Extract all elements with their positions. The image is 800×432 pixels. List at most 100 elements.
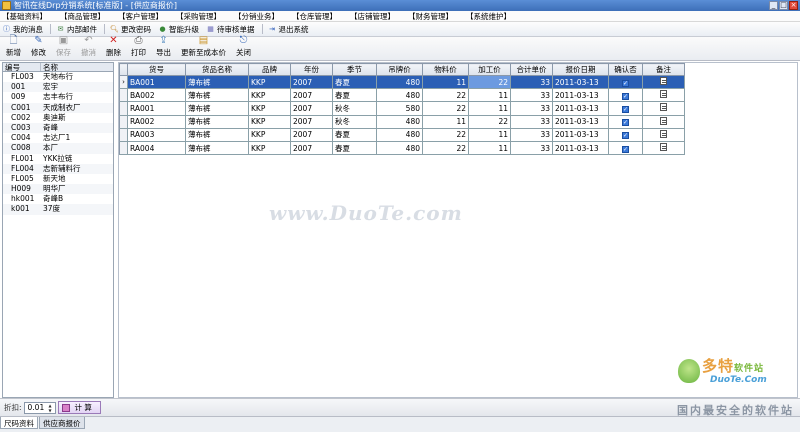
new-document-icon: 🗋 — [9, 35, 18, 46]
edit-button[interactable]: ✎ 修改 — [31, 35, 46, 60]
table-row[interactable]: › BA001 薄布裤 KKP 2007 春夏 480 11 22 33 201… — [119, 74, 685, 90]
note-icon[interactable] — [660, 77, 667, 86]
menu-warehouse[interactable]: 【仓库管理】 — [292, 11, 337, 22]
column-header-total-price[interactable]: 合计单价 — [510, 63, 553, 76]
table-row[interactable]: RA002 薄布裤 KKP 2007 秋冬 480 11 22 33 2011-… — [119, 114, 685, 129]
confirmed-checkbox[interactable]: ✓ — [622, 132, 629, 140]
print-button[interactable]: ⎙ 打印 — [131, 35, 146, 60]
list-item[interactable]: C002 奥迪斯 — [3, 113, 113, 123]
list-item[interactable]: C008 本厂 — [3, 143, 113, 154]
list-item[interactable]: FL003 天地布行 — [3, 72, 113, 82]
smart-upgrade-button[interactable]: ● 智能升级 — [158, 24, 199, 35]
tab-strip: 尺码资料 供应商报价 — [0, 416, 800, 432]
menu-goods[interactable]: 【商品管理】 — [60, 11, 105, 22]
update-icon: ▤ — [198, 35, 209, 46]
edit-icon: ✎ — [34, 35, 43, 46]
discount-label: 折扣: — [4, 403, 22, 412]
note-icon[interactable] — [660, 90, 667, 99]
column-header-tag-price[interactable]: 吊牌价 — [376, 63, 423, 76]
key-icon: 🔍︎ — [110, 24, 119, 33]
list-item[interactable]: FL001 YKK拉链 — [3, 154, 113, 164]
menu-purchasing[interactable]: 【采购管理】 — [176, 11, 221, 22]
toolbar: 🗋 新增 ✎ 修改 ▣ 保存 ↶ 撤消 ✕ 删除 ⎙ 打印 ⇪ 导出 ▤ 更新至… — [0, 35, 800, 61]
column-header-brand[interactable]: 品牌 — [248, 63, 291, 76]
list-item[interactable]: H009 明华厂 — [3, 184, 113, 195]
list-item[interactable]: hk001 奇峰B — [3, 194, 113, 204]
row-indicator — [119, 127, 128, 142]
menu-basic-data[interactable]: 【基础资料】 — [2, 11, 47, 22]
pending-review-button[interactable]: ▦ 待审核单据 — [206, 24, 254, 35]
note-icon[interactable] — [660, 129, 667, 138]
info-icon: ⓘ — [3, 24, 10, 33]
table-row[interactable]: RA001 薄布裤 KKP 2007 秋冬 580 22 11 33 2011-… — [119, 101, 685, 116]
column-header-process-price[interactable]: 加工价 — [468, 63, 511, 76]
confirmed-checkbox[interactable]: ✓ — [622, 79, 629, 87]
delete-button[interactable]: ✕ 删除 — [106, 35, 121, 60]
update-cost-button[interactable]: ▤ 更新至成本价 — [181, 35, 226, 60]
list-item[interactable]: C003 奇峰 — [3, 122, 113, 134]
tab-supplier-quote[interactable]: 供应商报价 — [39, 417, 85, 429]
menu-stores[interactable]: 【店铺管理】 — [350, 11, 395, 22]
table-row[interactable]: RA004 薄布裤 KKP 2007 春夏 480 22 11 33 2011-… — [119, 140, 685, 156]
minimize-button[interactable]: _ — [769, 1, 778, 10]
exit-system-button[interactable]: ⇥ 退出系统 — [268, 24, 308, 35]
close-button[interactable]: × — [789, 1, 798, 10]
calculate-button[interactable]: 计 算 — [57, 401, 101, 414]
supplier-list: 编号 名称 FL003 天地布行 001 宏宇 009 志丰布行 C001 天成制衣厂 … — [2, 62, 114, 398]
discount-spinner[interactable]: 0.01 — [23, 401, 56, 414]
row-indicator — [119, 88, 128, 103]
list-item[interactable]: 009 志丰布行 — [3, 92, 113, 102]
mail-icon: ✉ — [57, 24, 64, 33]
site-logo: 多特软件站 DuoTe.Com — [676, 355, 796, 397]
tab-size-data[interactable]: 尺码资料 — [0, 417, 38, 429]
column-header-remarks[interactable]: 备注 — [642, 63, 685, 76]
logo-sub: 软件站 — [734, 364, 765, 374]
save-button[interactable]: ▣ 保存 — [56, 35, 71, 60]
column-header-season[interactable]: 季节 — [332, 63, 377, 76]
confirmed-checkbox[interactable]: ✓ — [622, 119, 629, 127]
mascot-icon — [678, 359, 700, 383]
list-item[interactable]: k001 37度 — [3, 204, 113, 215]
my-messages-button[interactable]: ⓘ 我的消息 — [2, 24, 43, 35]
column-header-confirmed[interactable]: 确认否 — [608, 63, 643, 76]
undo-button[interactable]: ↶ 撤消 — [81, 35, 96, 60]
restore-button[interactable]: □ — [779, 1, 788, 10]
separator — [261, 24, 263, 34]
app-icon — [2, 1, 11, 10]
table-row[interactable]: RA003 薄布裤 KKP 2007 春夏 480 22 11 33 2011-… — [119, 127, 685, 142]
list-item[interactable]: C001 天成制衣厂 — [3, 102, 113, 113]
pending-icon: ▦ — [207, 24, 214, 33]
column-header-product-name[interactable]: 货品名称 — [185, 63, 249, 76]
column-header-quote-date[interactable]: 报价日期 — [552, 63, 609, 76]
internal-mail-button[interactable]: ✉ 内部邮件 — [56, 24, 97, 35]
column-header-year[interactable]: 年份 — [290, 63, 333, 76]
close-window-button[interactable]: ⎋ 关闭 — [236, 35, 251, 60]
delete-icon: ✕ — [109, 35, 118, 46]
export-button[interactable]: ⇪ 导出 — [156, 35, 171, 60]
column-header-name[interactable]: 名称 — [41, 63, 58, 72]
quote-grid: 货号 货品名称 品牌 年份 季节 吊牌价 物料价 加工价 合计单价 报价日期 确… — [118, 62, 798, 398]
watermark: www.DuoTe.com — [269, 201, 463, 225]
note-icon[interactable] — [660, 143, 667, 152]
table-row[interactable]: BA002 薄布裤 KKP 2007 春夏 480 22 11 33 2011-… — [119, 88, 685, 103]
menu-distribution[interactable]: 【分销业务】 — [234, 11, 279, 22]
column-header-material-price[interactable]: 物料价 — [422, 63, 469, 76]
column-header-sku[interactable]: 货号 — [127, 63, 186, 76]
note-icon[interactable] — [660, 116, 667, 125]
menu-finance[interactable]: 【财务管理】 — [408, 11, 453, 22]
change-password-button[interactable]: 🔍︎ 更改密码 — [110, 24, 151, 35]
list-item[interactable]: C004 志达厂1 — [3, 133, 113, 143]
confirmed-checkbox[interactable]: ✓ — [622, 145, 629, 153]
new-button[interactable]: 🗋 新增 — [6, 35, 21, 60]
menu-customers[interactable]: 【客户管理】 — [118, 11, 163, 22]
list-item[interactable]: FL005 新天地 — [3, 174, 113, 184]
note-icon[interactable] — [660, 103, 667, 112]
list-item[interactable]: FL004 志新辅料行 — [3, 163, 113, 174]
column-header-code[interactable]: 编号 — [3, 63, 41, 72]
confirmed-checkbox[interactable]: ✓ — [622, 92, 629, 100]
logo-main: 多特 — [702, 357, 735, 375]
confirmed-checkbox[interactable]: ✓ — [622, 105, 629, 113]
list-item[interactable]: 001 宏宇 — [3, 82, 113, 93]
menu-system[interactable]: 【系统维护】 — [466, 11, 511, 22]
menu-bar: 【基础资料】 【商品管理】 【客户管理】 【采购管理】 【分销业务】 【仓库管理… — [0, 11, 800, 22]
